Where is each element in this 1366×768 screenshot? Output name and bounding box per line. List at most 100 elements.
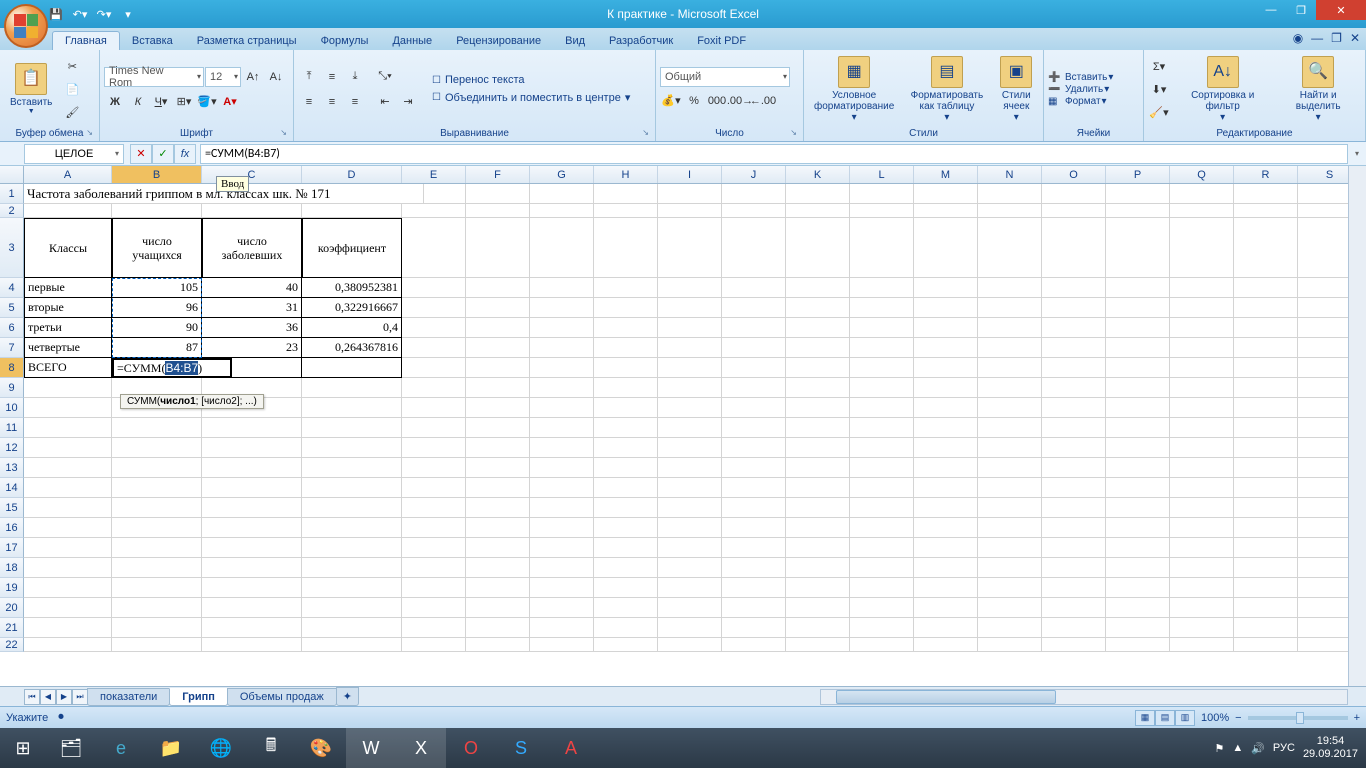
column-header[interactable]: J (722, 166, 786, 183)
spreadsheet-grid[interactable]: ABCDEFGHIJKLMNOPQRS 12345678910111213141… (0, 166, 1366, 686)
row-header[interactable]: 11 (0, 418, 24, 438)
clear-icon[interactable]: 🧹▾ (1148, 101, 1170, 123)
fill-color-icon[interactable]: 🪣▾ (196, 91, 218, 113)
row-header[interactable]: 14 (0, 478, 24, 498)
row-header[interactable]: 1 (0, 184, 24, 204)
align-top-icon[interactable]: ⤒ (298, 66, 320, 88)
font-color-icon[interactable]: A▾ (219, 91, 241, 113)
cell-D3[interactable]: коэффициент (302, 218, 402, 278)
row-header[interactable]: 5 (0, 298, 24, 318)
qat-save-icon[interactable]: 💾 (46, 4, 66, 24)
cell-A8[interactable]: ВСЕГО (24, 358, 112, 378)
cell-B3[interactable]: число учащихся (112, 218, 202, 278)
bold-button[interactable]: Ж (104, 91, 126, 113)
sheet-nav-first-icon[interactable]: ⏮ (24, 689, 40, 705)
row-header[interactable]: 22 (0, 638, 24, 652)
taskbar-word-icon[interactable]: W (346, 728, 396, 768)
insert-cells-button[interactable]: ➕Вставить ▾ (1048, 72, 1113, 83)
taskbar-explorer-icon[interactable]: 📁 (146, 728, 196, 768)
restore-window-icon[interactable]: ❐ (1331, 31, 1342, 45)
taskbar-paint-icon[interactable]: 🎨 (296, 728, 346, 768)
view-page-layout-icon[interactable]: ▤ (1155, 710, 1175, 726)
row-header[interactable]: 15 (0, 498, 24, 518)
increase-decimal-icon[interactable]: .00→ (729, 90, 751, 112)
column-header[interactable]: B (112, 166, 202, 183)
format-cells-button[interactable]: ▦Формат ▾ (1048, 96, 1113, 107)
align-center-icon[interactable]: ≡ (321, 91, 343, 113)
column-header[interactable]: I (658, 166, 722, 183)
column-header[interactable]: D (302, 166, 402, 183)
grow-font-icon[interactable]: A↑ (242, 66, 264, 88)
autosum-icon[interactable]: Σ▾ (1148, 55, 1170, 77)
cell-A5[interactable]: вторые (24, 298, 112, 318)
font-name-combo[interactable]: Times New Rom (104, 67, 204, 87)
sheet-nav-last-icon[interactable]: ⏭ (72, 689, 88, 705)
cell-styles-button[interactable]: ▣Стили ячеек▾ (994, 54, 1039, 125)
column-header[interactable]: G (530, 166, 594, 183)
taskbar-adobe-icon[interactable]: A (546, 728, 596, 768)
taskbar-skype-icon[interactable]: S (496, 728, 546, 768)
sheet-tab[interactable]: Грипп (169, 688, 228, 706)
tray-clock[interactable]: 19:5429.09.2017 (1303, 735, 1358, 761)
column-header[interactable]: L (850, 166, 914, 183)
view-normal-icon[interactable]: ▦ (1135, 710, 1155, 726)
column-header[interactable]: M (914, 166, 978, 183)
qat-more-icon[interactable]: ▾ (118, 4, 138, 24)
row-header[interactable]: 17 (0, 538, 24, 558)
column-header[interactable]: O (1042, 166, 1106, 183)
cell-D7[interactable]: 0,264367816 (302, 338, 402, 358)
column-header[interactable]: H (594, 166, 658, 183)
row-header[interactable]: 7 (0, 338, 24, 358)
sheet-tab[interactable]: Объемы продаж (227, 688, 337, 706)
taskbar-excel-icon[interactable]: X (396, 728, 446, 768)
start-button[interactable]: ⊞ (0, 728, 46, 768)
zoom-out-icon[interactable]: − (1235, 712, 1241, 724)
number-format-combo[interactable]: Общий (660, 67, 790, 87)
horizontal-scrollbar[interactable] (820, 689, 1348, 705)
sheet-tab[interactable]: показатели (87, 688, 170, 706)
column-header[interactable]: N (978, 166, 1042, 183)
zoom-level[interactable]: 100% (1201, 712, 1229, 724)
cell-B7[interactable]: 87 (112, 338, 202, 358)
currency-icon[interactable]: 💰▾ (660, 90, 682, 112)
vertical-scrollbar[interactable] (1348, 166, 1366, 686)
tray-sound-icon[interactable]: 🔊 (1251, 742, 1265, 755)
cell-C7[interactable]: 23 (202, 338, 302, 358)
cell-D4[interactable]: 0,380952381 (302, 278, 402, 298)
tab-formulas[interactable]: Формулы (309, 32, 381, 50)
merge-center-button[interactable]: Объединить и поместить в центре ▾ (428, 90, 634, 105)
column-header[interactable]: Q (1170, 166, 1234, 183)
tab-home[interactable]: Главная (52, 31, 120, 50)
comma-icon[interactable]: 000 (706, 90, 728, 112)
percent-icon[interactable]: % (683, 90, 705, 112)
row-header[interactable]: 21 (0, 618, 24, 638)
row-header[interactable]: 2 (0, 204, 24, 218)
office-button[interactable] (4, 4, 48, 48)
tray-flag-icon[interactable]: ⚑ (1214, 742, 1224, 755)
cell-B5[interactable]: 96 (112, 298, 202, 318)
cell-D6[interactable]: 0,4 (302, 318, 402, 338)
cell-C6[interactable]: 36 (202, 318, 302, 338)
tray-lang[interactable]: РУС (1273, 742, 1295, 754)
format-as-table-button[interactable]: ▤Форматировать как таблицу▾ (903, 54, 990, 125)
cell-A7[interactable]: четвертые (24, 338, 112, 358)
cell-D8[interactable] (302, 358, 402, 378)
cell-B4[interactable]: 105 (112, 278, 202, 298)
minimize-ribbon-icon[interactable]: — (1311, 31, 1323, 45)
cell-C4[interactable]: 40 (202, 278, 302, 298)
sheet-nav-prev-icon[interactable]: ◀ (40, 689, 56, 705)
expand-formula-bar-icon[interactable]: ▾ (1348, 144, 1366, 164)
cancel-formula-icon[interactable]: ✕ (130, 144, 152, 164)
sheet-nav-next-icon[interactable]: ▶ (56, 689, 72, 705)
fill-icon[interactable]: ⬇▾ (1148, 78, 1170, 100)
row-header[interactable]: 20 (0, 598, 24, 618)
row-header[interactable]: 10 (0, 398, 24, 418)
shrink-font-icon[interactable]: A↓ (265, 66, 287, 88)
align-middle-icon[interactable]: ≡ (321, 66, 343, 88)
formula-input[interactable]: =СУММ(B4:B7) (200, 144, 1348, 164)
qat-redo-icon[interactable]: ↷▾ (94, 4, 114, 24)
row-header[interactable]: 16 (0, 518, 24, 538)
maximize-button[interactable]: ❐ (1286, 0, 1316, 20)
cell-A3[interactable]: Классы (24, 218, 112, 278)
border-icon[interactable]: ⊞▾ (173, 91, 195, 113)
